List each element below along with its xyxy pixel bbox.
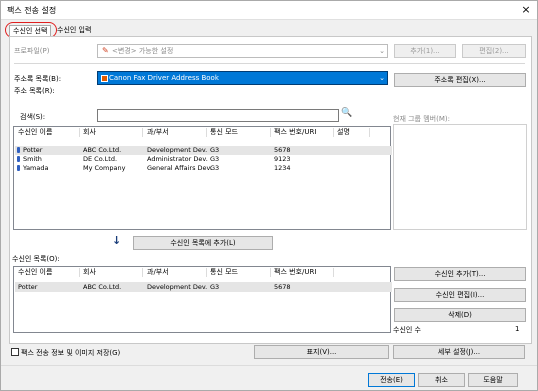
row-mode: G3	[210, 146, 220, 154]
column-header-dept[interactable]: 과/부서	[147, 127, 169, 138]
search-label: 검색(S):	[20, 113, 46, 121]
help-button[interactable]: 도움말	[468, 373, 518, 387]
chevron-down-icon: ⌄	[379, 74, 385, 82]
column-header-fax[interactable]: 팩스 번호/URI	[274, 267, 316, 278]
row-name: Potter	[23, 146, 43, 154]
recipient-count-value: 1	[515, 325, 520, 333]
profile-edit-button[interactable]: 편집(2)...	[462, 44, 526, 58]
column-header-name[interactable]: 수신인 이름	[18, 127, 52, 138]
search-icon[interactable]: 🔍	[341, 108, 352, 118]
address-list[interactable]: 수신인 이름 회사 과/부서 통신 모드 팩스 번호/URI 설명 Potter…	[13, 126, 392, 230]
addressbook-icon	[101, 75, 108, 82]
group-members-label: 현재 그룹 멤버(M):	[393, 115, 450, 123]
add-recipient-button[interactable]: 수신인 추가(T)...	[394, 267, 526, 281]
row-fax: 9123	[274, 155, 291, 163]
column-separator	[270, 268, 271, 277]
row-dept: Development Dev.	[147, 146, 208, 154]
person-icon	[17, 156, 20, 162]
column-separator	[369, 128, 370, 137]
pencil-icon: ✎	[102, 46, 109, 55]
group-members-list[interactable]	[393, 124, 527, 230]
delete-recipient-button[interactable]: 삭제(D)	[394, 308, 526, 322]
recipient-count-label: 수신인 수	[393, 326, 421, 334]
down-arrow-icon: ↓	[112, 234, 122, 247]
save-info-checkbox[interactable]	[11, 348, 19, 356]
column-separator	[79, 128, 80, 137]
title-bar: 팩스 전송 설정 ×	[1, 1, 537, 19]
row-company: DE Co.Ltd.	[83, 155, 118, 163]
cancel-button[interactable]: 취소	[418, 373, 465, 387]
column-header-dept[interactable]: 과/부서	[147, 267, 169, 278]
column-separator	[333, 268, 334, 277]
footer-divider	[1, 365, 537, 366]
column-separator	[206, 128, 207, 137]
row-fax: 1234	[274, 164, 291, 172]
column-separator	[270, 128, 271, 137]
divider	[14, 63, 525, 64]
row-mode: G3	[210, 283, 220, 291]
search-input[interactable]	[97, 109, 339, 122]
address-list-label: 주소 목록(R):	[14, 87, 55, 95]
row-dept: Administrator Dev.	[147, 155, 208, 163]
column-header-company[interactable]: 회사	[83, 127, 96, 138]
row-company: ABC Co.Ltd.	[83, 146, 122, 154]
addressbook-dropdown[interactable]: Canon Fax Driver Address Book ⌄	[97, 71, 388, 85]
row-fax: 5678	[274, 283, 291, 291]
column-separator	[79, 268, 80, 277]
row-name[interactable]: Smith	[23, 155, 42, 164]
column-header-name[interactable]: 수신인 이름	[18, 267, 52, 278]
profile-add-button[interactable]: 추가(1)...	[394, 44, 456, 58]
chevron-down-icon: ⌄	[379, 47, 385, 55]
row-fax: 5678	[274, 146, 291, 154]
row-name: Potter	[18, 283, 38, 291]
column-header-desc[interactable]: 설명	[337, 127, 350, 138]
send-button[interactable]: 전송(E)	[368, 373, 415, 387]
row-company: My Company	[83, 164, 126, 172]
tab-enter-recipient[interactable]: 수신인 입력	[54, 25, 94, 36]
recipient-list-label: 수신인 목록(O):	[12, 255, 60, 263]
column-separator	[206, 268, 207, 277]
row-name[interactable]: Yamada	[23, 164, 48, 173]
row-dept: Development Dev.	[147, 283, 208, 291]
close-icon[interactable]: ×	[519, 3, 533, 17]
edit-addressbook-button[interactable]: 주소록 편집(X)...	[394, 73, 526, 87]
column-separator	[333, 128, 334, 137]
profile-value: <변경> 가능한 설정	[112, 47, 174, 55]
profile-dropdown[interactable]: ✎ <변경> 가능한 설정 ⌄	[97, 44, 388, 58]
window-title: 팩스 전송 설정	[7, 6, 57, 15]
row-mode: G3	[210, 155, 220, 163]
column-separator	[142, 128, 143, 137]
save-info-label: 팩스 전송 정보 및 이미지 저장(G)	[21, 349, 121, 357]
fax-send-settings-window: 팩스 전송 설정 × 수신인 선택 수신인 입력 프로파일(P) ✎ <변경> …	[0, 0, 538, 391]
row-company: ABC Co.Ltd.	[83, 283, 122, 291]
column-separator	[142, 268, 143, 277]
addressbook-selected: Canon Fax Driver Address Book	[109, 74, 219, 82]
addressbook-label: 주소록 목록(B):	[14, 75, 62, 83]
detail-settings-button[interactable]: 세부 설정(J)...	[393, 345, 525, 359]
person-icon	[17, 147, 20, 153]
profile-label: 프로파일(P)	[14, 47, 50, 55]
column-header-mode[interactable]: 통신 모드	[210, 127, 238, 138]
add-to-recipient-list-button[interactable]: 수신인 목록에 추가(L)	[133, 236, 273, 250]
recipient-list[interactable]: 수신인 이름 회사 과/부서 통신 모드 팩스 번호/URI Potter AB…	[13, 266, 392, 333]
title-divider	[1, 19, 537, 20]
column-header-mode[interactable]: 통신 모드	[210, 267, 238, 278]
column-header-company[interactable]: 회사	[83, 267, 96, 278]
edit-recipient-button[interactable]: 수신인 편집(I)...	[394, 288, 526, 302]
person-icon	[17, 165, 20, 171]
row-mode: G3	[210, 164, 220, 172]
row-dept: General Affairs Dev.	[147, 164, 212, 172]
column-header-fax[interactable]: 팩스 번호/URI	[274, 127, 316, 138]
cover-sheet-button[interactable]: 표지(V)...	[254, 345, 389, 359]
